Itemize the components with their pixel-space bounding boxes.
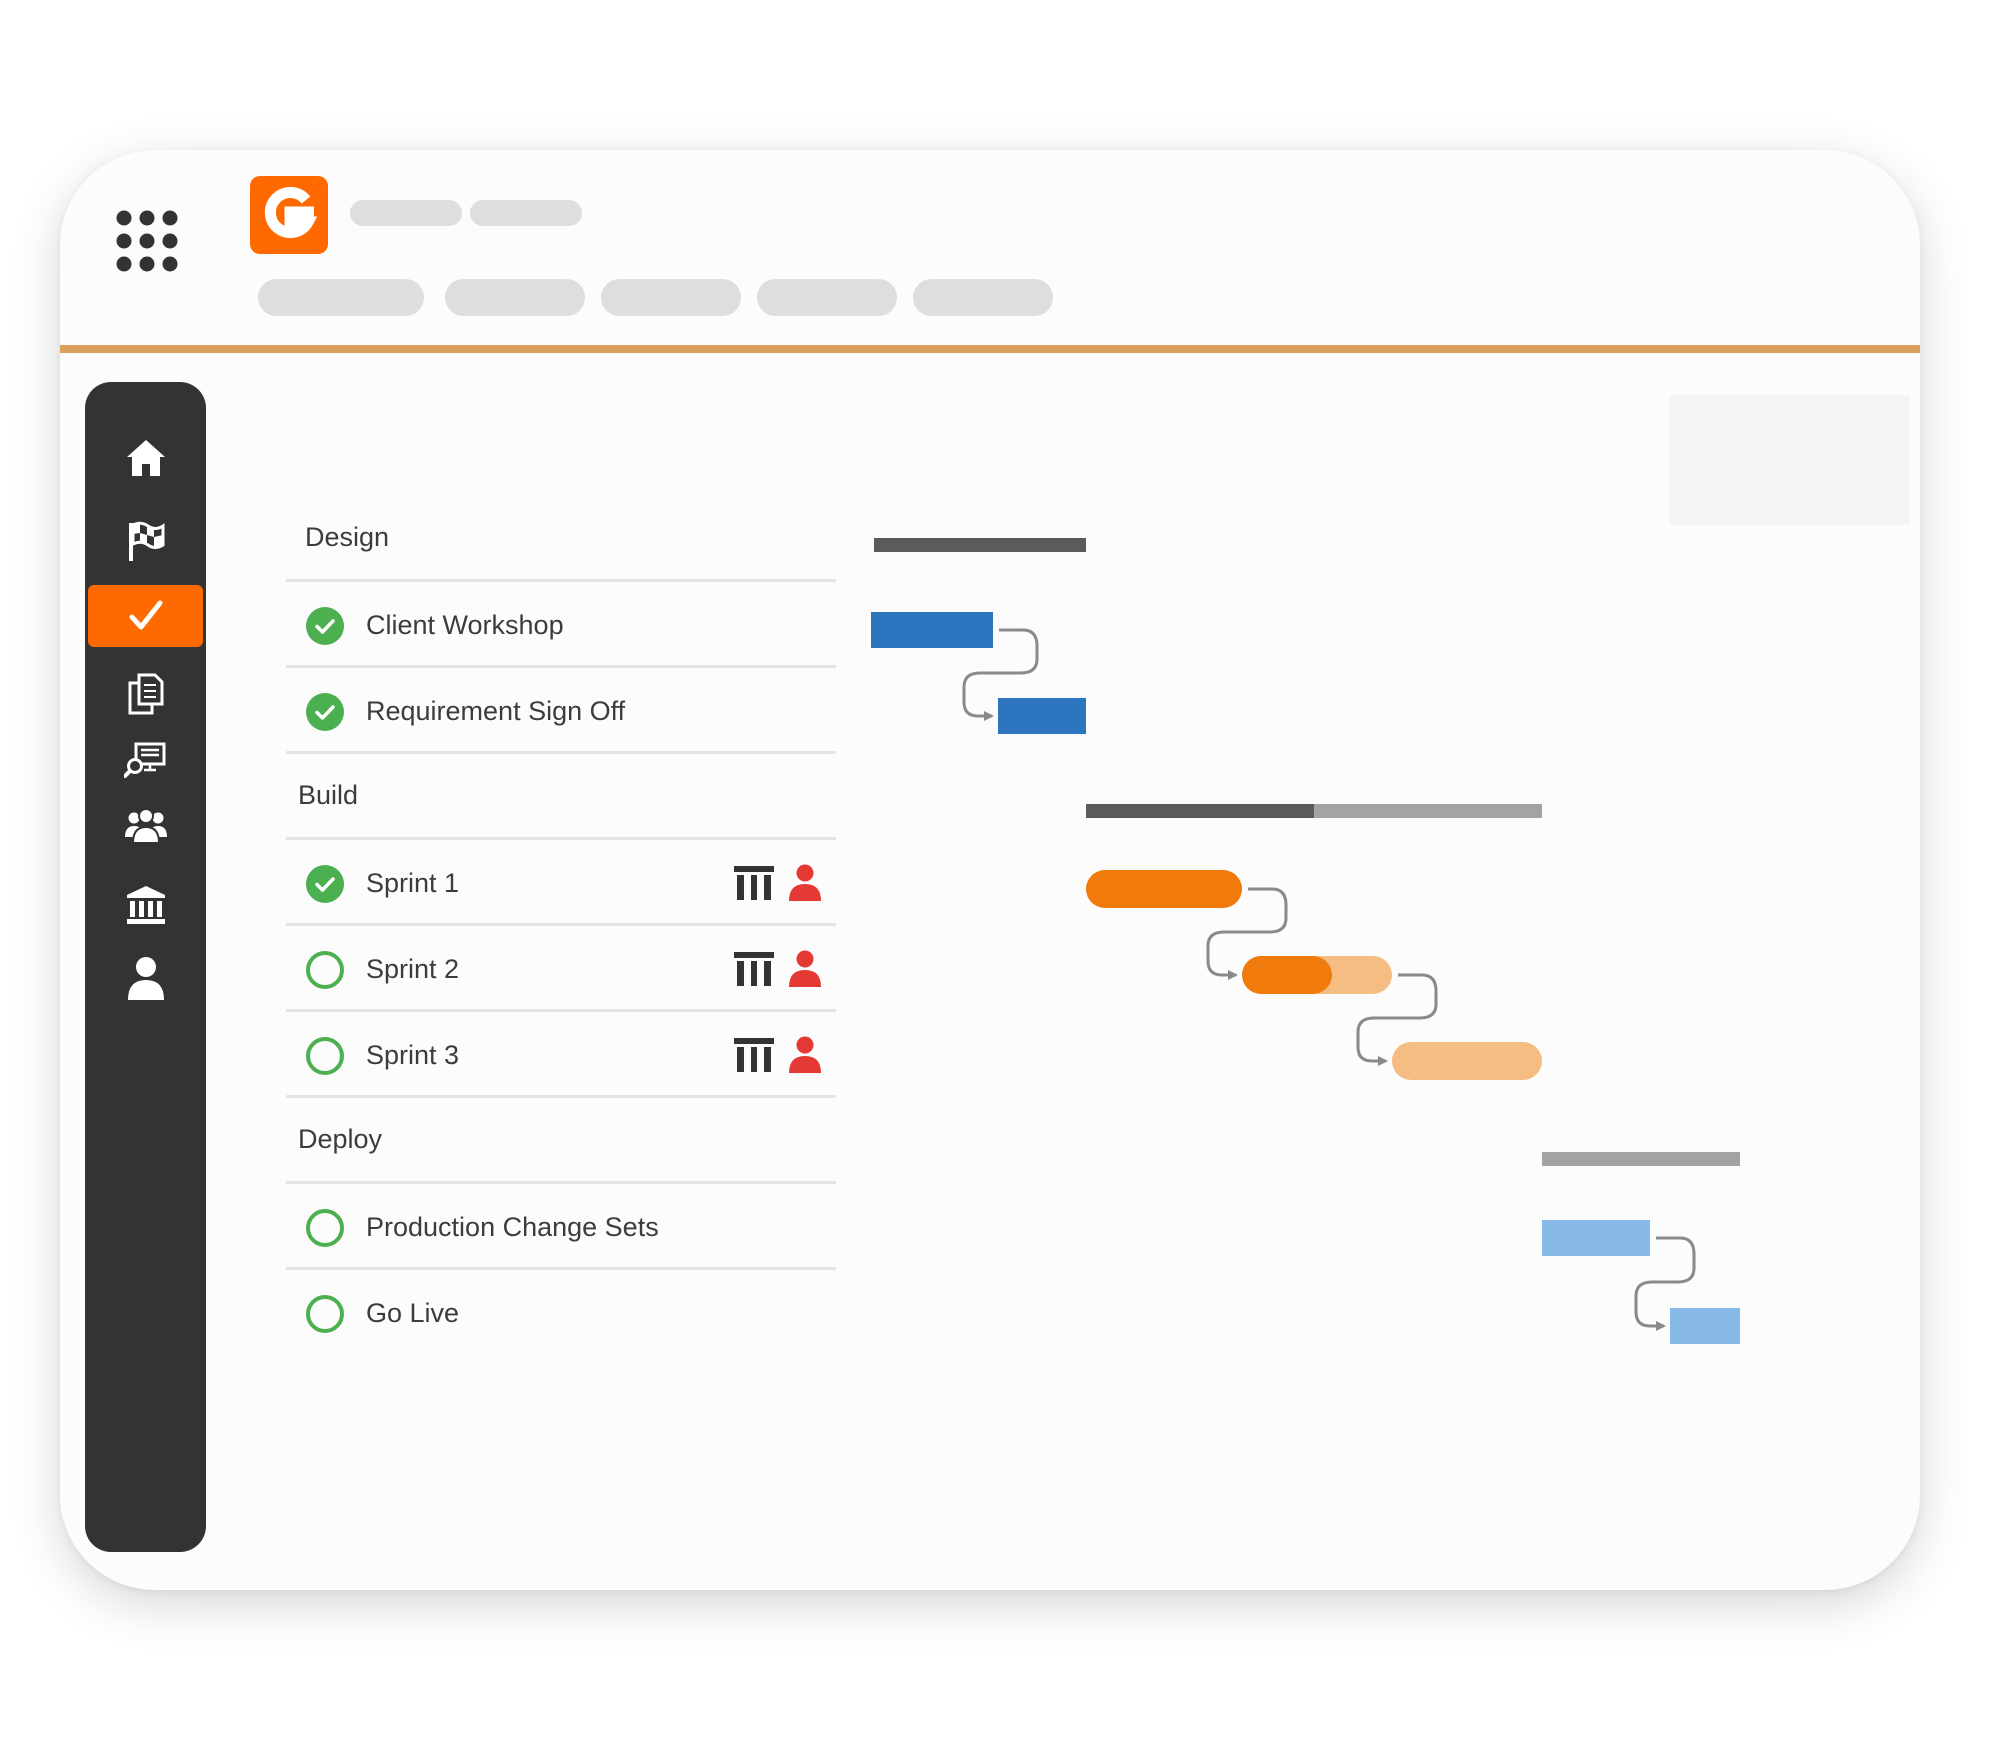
- sidebar-item-documents[interactable]: [85, 662, 206, 724]
- task-row-requirement-sign-off[interactable]: Requirement Sign Off: [286, 668, 836, 754]
- group-label: Build: [298, 780, 359, 810]
- task-row-sprint-1[interactable]: Sprint 1: [286, 840, 836, 926]
- brand-g-icon: [264, 187, 318, 238]
- sidebar-item-home[interactable]: [85, 427, 206, 489]
- task-bar-requirement-sign-off[interactable]: [998, 698, 1086, 734]
- summary-bar-build[interactable]: [1086, 804, 1542, 818]
- brand-logo[interactable]: [250, 176, 328, 254]
- sidebar-item-profile[interactable]: [85, 947, 206, 1009]
- incomplete-circle-icon[interactable]: [306, 1295, 344, 1333]
- tab-placeholder-1[interactable]: [258, 279, 424, 316]
- sidebar: [85, 382, 206, 1552]
- task-bar-sprint-2[interactable]: [1242, 956, 1392, 994]
- task-row-client-workshop[interactable]: Client Workshop: [286, 582, 836, 668]
- bank-icon: [126, 886, 165, 924]
- task-row-sprint-3[interactable]: Sprint 3: [286, 1012, 836, 1098]
- completed-check-icon[interactable]: [306, 865, 344, 903]
- board-icon[interactable]: [734, 1036, 774, 1074]
- task-bar-fill[interactable]: [871, 612, 993, 648]
- check-icon: [129, 600, 162, 630]
- flag-icon: [128, 521, 164, 561]
- group-label: Design: [305, 522, 390, 552]
- task-bar-sprint-1[interactable]: [1086, 870, 1242, 908]
- task-row-sprint-2[interactable]: Sprint 2: [286, 926, 836, 1012]
- group-row-deploy[interactable]: Deploy: [286, 1098, 836, 1184]
- task-row-go-live[interactable]: Go Live: [286, 1270, 836, 1356]
- top-bar: [60, 150, 1920, 346]
- completed-check-icon[interactable]: [306, 607, 344, 645]
- group-label: Deploy: [298, 1124, 383, 1154]
- task-bar-client-workshop[interactable]: [871, 612, 993, 648]
- task-bar-progress[interactable]: [1086, 870, 1242, 908]
- documents-icon: [128, 673, 163, 715]
- team-icon: [124, 808, 167, 844]
- task-bar-fill[interactable]: [1670, 1308, 1740, 1344]
- sidebar-item-reports[interactable]: [85, 729, 206, 791]
- task-bar-fill[interactable]: [1542, 1220, 1650, 1256]
- breadcrumb-placeholder-2: [470, 200, 582, 226]
- summary-bar-design[interactable]: [874, 538, 1086, 552]
- task-bar-track[interactable]: [1392, 1042, 1542, 1080]
- task-label: Requirement Sign Off: [366, 696, 626, 726]
- assignee-icon[interactable]: [788, 950, 822, 988]
- group-row-build[interactable]: Build: [286, 754, 836, 840]
- summary-bar-track[interactable]: [1542, 1152, 1740, 1166]
- sidebar-item-team[interactable]: [85, 794, 206, 856]
- task-label: Sprint 2: [366, 954, 460, 984]
- task-bar-progress[interactable]: [1242, 956, 1332, 994]
- sidebar-item-milestones[interactable]: [85, 510, 206, 572]
- assignee-icon[interactable]: [788, 864, 822, 902]
- incomplete-circle-icon[interactable]: [306, 1209, 344, 1247]
- task-label: Client Workshop: [366, 610, 564, 640]
- task-row-production-change-sets[interactable]: Production Change Sets: [286, 1184, 836, 1270]
- incomplete-circle-icon[interactable]: [306, 1037, 344, 1075]
- sidebar-item-organization[interactable]: [85, 874, 206, 936]
- apps-grid-icon[interactable]: [116, 210, 178, 272]
- board-icon[interactable]: [734, 864, 774, 902]
- summary-bar-deploy[interactable]: [1542, 1152, 1740, 1166]
- header-divider: [60, 345, 1920, 353]
- summary-bar-progress[interactable]: [874, 538, 1086, 552]
- tab-placeholder-3[interactable]: [601, 279, 741, 316]
- board-icon[interactable]: [734, 950, 774, 988]
- tab-placeholder-4[interactable]: [757, 279, 897, 316]
- task-bar-fill[interactable]: [998, 698, 1086, 734]
- task-label: Production Change Sets: [366, 1212, 659, 1242]
- report-search-icon: [123, 742, 165, 778]
- app-window: Design Client Workshop Requirement Sign …: [60, 150, 1920, 1590]
- panel-background: [1670, 395, 1910, 525]
- task-bar-go-live[interactable]: [1670, 1308, 1740, 1344]
- tab-placeholder-5[interactable]: [913, 279, 1053, 316]
- tab-placeholder-2[interactable]: [445, 279, 585, 316]
- group-row-design[interactable]: Design: [286, 496, 836, 582]
- task-label: Sprint 1: [366, 868, 460, 898]
- breadcrumb-placeholder-1: [350, 200, 462, 226]
- sidebar-item-tasks[interactable]: [88, 585, 203, 647]
- task-bar-sprint-3[interactable]: [1392, 1042, 1542, 1080]
- task-label: Go Live: [366, 1298, 460, 1328]
- summary-bar-progress[interactable]: [1086, 804, 1314, 818]
- assignee-icon[interactable]: [788, 1036, 822, 1074]
- user-icon: [127, 957, 164, 1000]
- home-icon: [126, 440, 165, 476]
- completed-check-icon[interactable]: [306, 693, 344, 731]
- task-label: Sprint 3: [366, 1040, 460, 1070]
- incomplete-circle-icon[interactable]: [306, 951, 344, 989]
- task-bar-production-change-sets[interactable]: [1542, 1220, 1650, 1256]
